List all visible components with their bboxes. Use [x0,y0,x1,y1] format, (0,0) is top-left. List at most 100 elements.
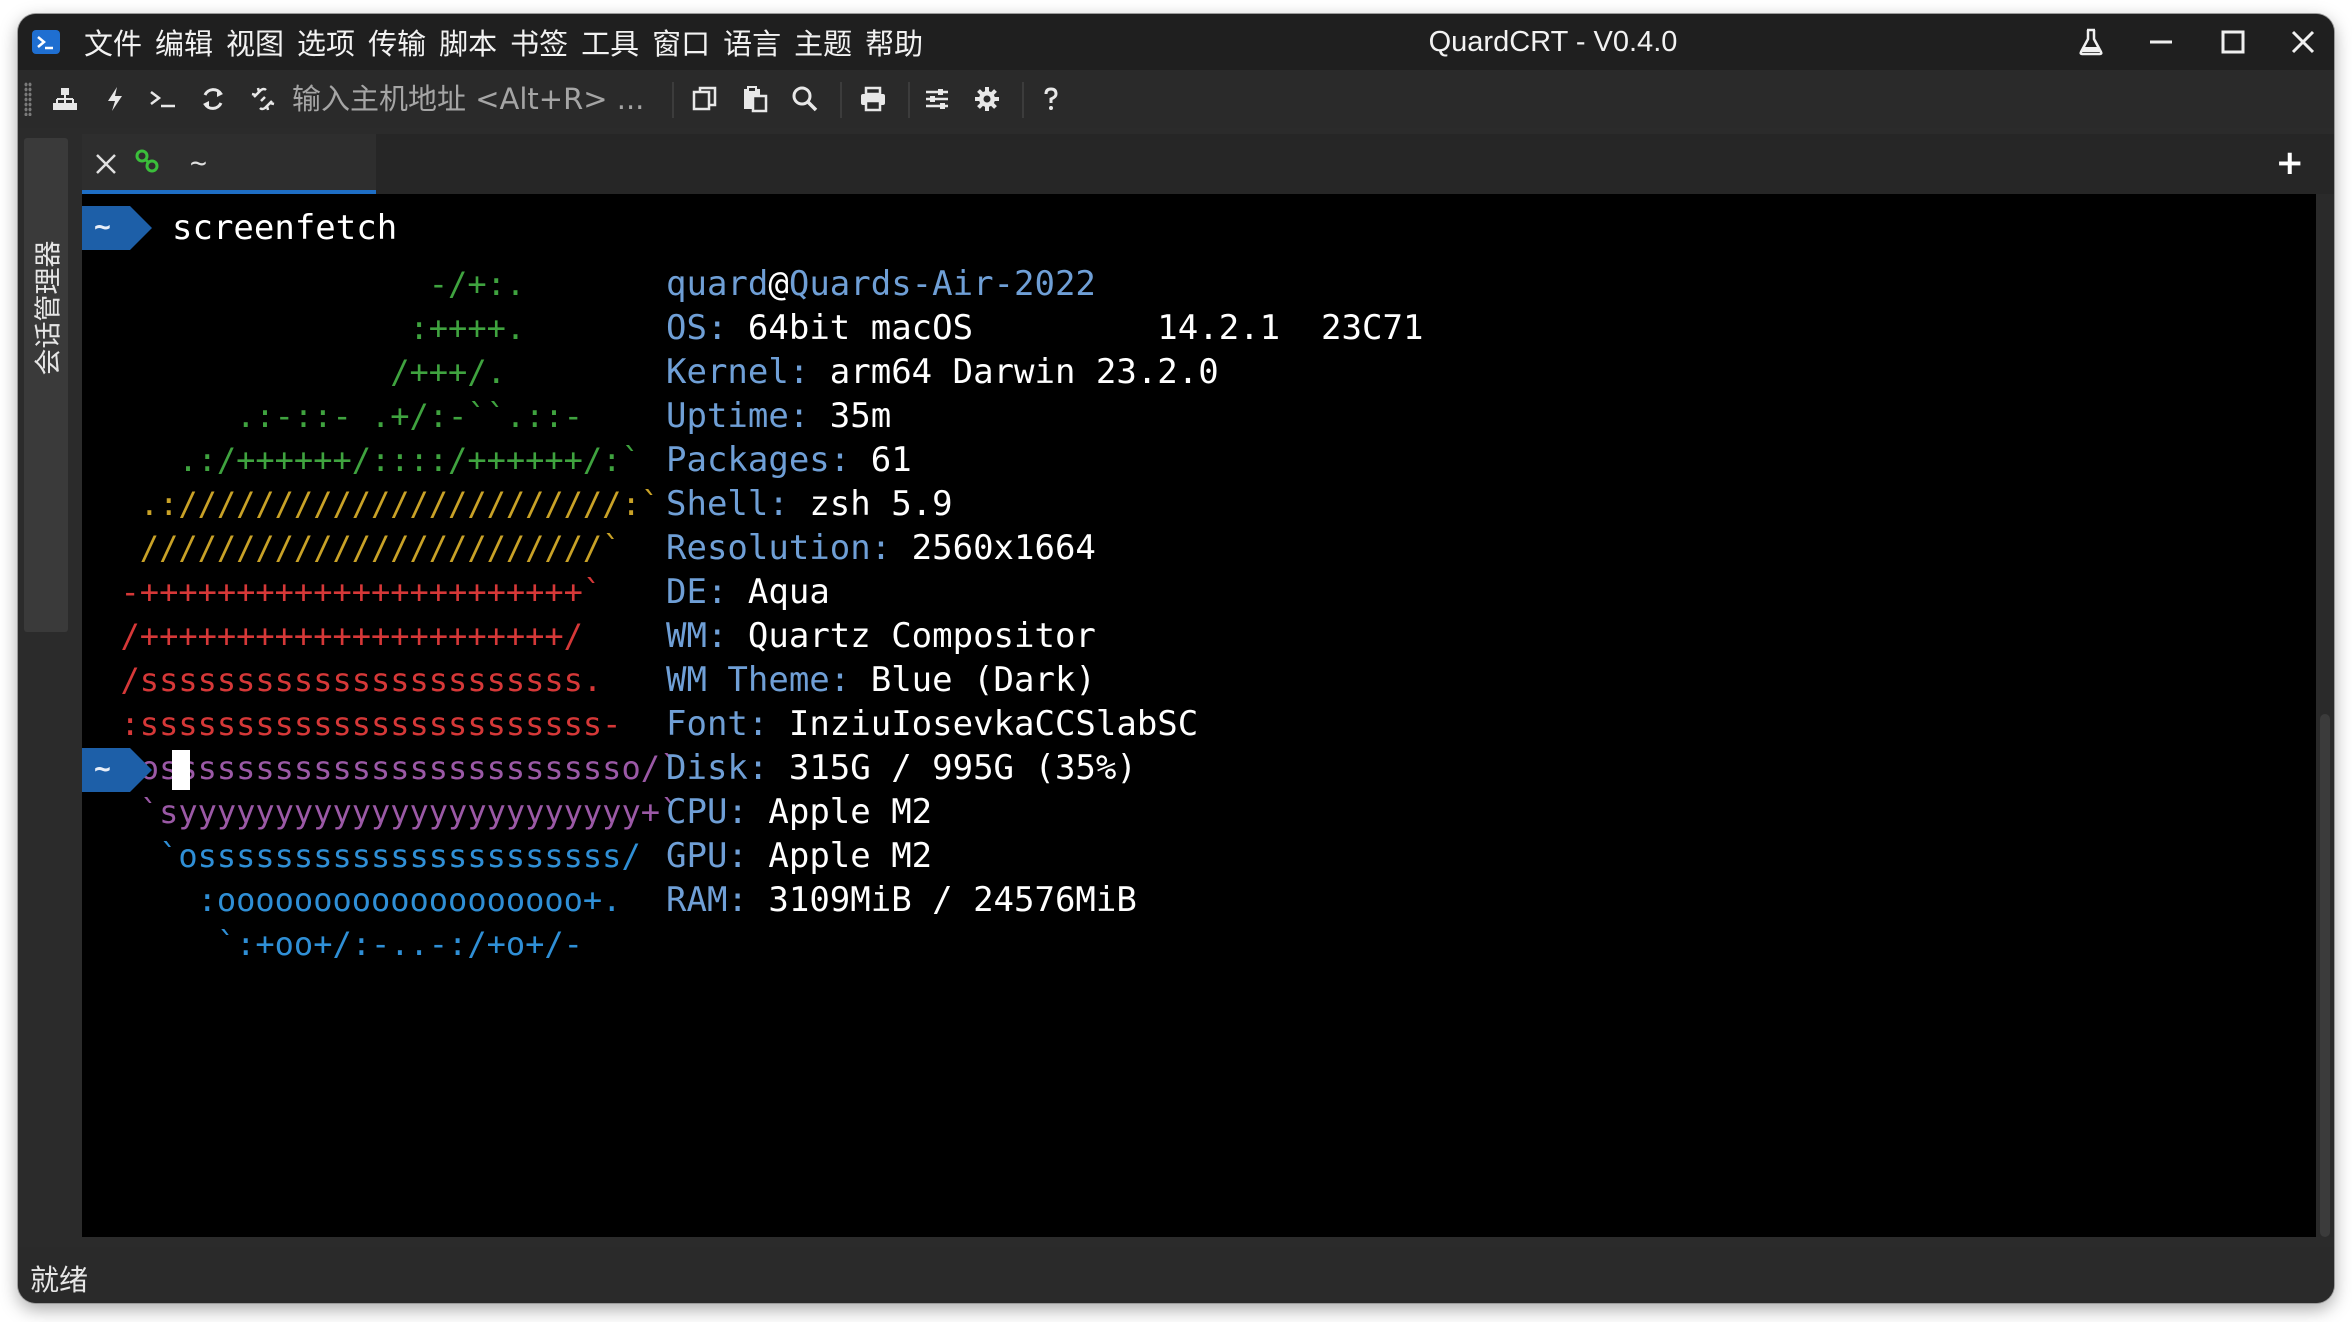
tab-session[interactable]: ~ [82,134,376,194]
info-line: WM Theme: Blue (Dark) [666,662,1096,698]
info-line: DE: Aqua [666,574,830,610]
scrollbar-thumb[interactable] [2320,714,2330,1237]
info-key: Uptime: [666,396,810,436]
info-value: 2560x1664 [911,528,1096,568]
flask-icon[interactable] [2066,22,2116,62]
app-window: 文件 编辑 视图 选项 传输 脚本 书签 工具 窗口 语言 主题 帮助 QuardCRT - V0.4… [18,14,2334,1303]
at-sign: @ [768,264,789,304]
menu-item-5[interactable]: 脚本 [439,21,497,63]
terminal-area[interactable]: ~ screenfetch -/+:. :++++. /+++/. .:-::-… [82,194,2316,1237]
menu-item-0[interactable]: 文件 [84,21,142,63]
info-key: GPU: [666,836,748,876]
info-line: Packages: 61 [666,442,912,478]
info-value: 61 [870,440,912,480]
info-key: Shell: [666,484,789,524]
host-address-input[interactable] [292,78,662,120]
toolbar-separator [840,82,842,118]
info-key: OS: [666,308,728,348]
info-key: Kernel: [666,352,810,392]
info-line: Uptime: 35m [666,398,891,434]
logo-line: `syyyyyyyyyyyyyyyyyyyyyyyy+` [82,793,680,831]
gear-icon[interactable] [970,82,1004,116]
help-icon[interactable] [1034,82,1068,116]
info-key: CPU: [666,792,748,832]
text-cursor [172,750,190,790]
menu-item-3[interactable]: 选项 [297,21,355,63]
quick-connect-icon[interactable] [98,82,132,116]
info-key: Font: [666,704,769,744]
logo-line: -+++++++++++++++++++++++` [82,573,603,611]
info-line: CPU: Apple M2 [666,794,932,830]
prompt-symbol: ~ [94,752,111,785]
info-value: Blue (Dark) [870,660,1096,700]
logo-line: .:/++++++/::::/++++++/:` [82,441,641,479]
info-line: Kernel: arm64 Darwin 23.2.0 [666,354,1219,390]
info-value: 64bit macOS 14.2.1 23C71 [747,308,1424,348]
info-line: Shell: zsh 5.9 [666,486,953,522]
copy-icon[interactable] [688,82,722,116]
info-value: Apple M2 [768,836,933,876]
info-line: GPU: Apple M2 [666,838,932,874]
info-line: Disk: 315G / 995G (35%) [666,750,1137,786]
connected-link-icon [135,149,159,173]
info-value: 35m [829,396,892,436]
toolbar-separator [908,82,910,118]
menu-item-4[interactable]: 传输 [368,21,426,63]
menu-item-9[interactable]: 语言 [723,21,781,63]
menu-item-7[interactable]: 工具 [581,21,639,63]
menu-bar: 文件 编辑 视图 选项 传输 脚本 书签 工具 窗口 语言 主题 帮助 [84,14,936,70]
status-text: 就绪 [30,1263,89,1297]
session-tree-icon[interactable] [48,82,82,116]
logo-line: `:+oo+/:-..-:/+o+/- [82,925,583,963]
info-key: Resolution: [666,528,892,568]
info-key: RAM: [666,880,748,920]
toolbar-separator [1022,82,1024,118]
logo-line: /++++++++++++++++++++++/ [82,617,583,655]
logo-line: /sssssssssssssssssssssss. [82,661,603,699]
terminal-icon[interactable] [146,82,180,116]
toolbar [18,70,2334,128]
tab-bar: ~ + [82,134,2334,194]
session-manager-label: 会话管理器 [33,240,65,376]
reconnect-icon[interactable] [196,82,230,116]
logo-line: `ossssssssssssssssssssss/ [82,837,641,875]
logo-line: :ssssssssssssssssssssssss- [82,705,622,743]
prompt-symbol: ~ [94,210,111,243]
toolbar-grip[interactable] [24,82,32,116]
minimize-button[interactable] [2136,22,2186,62]
menu-item-8[interactable]: 窗口 [652,21,710,63]
settings-sliders-icon[interactable] [920,82,954,116]
menu-item-6[interactable]: 书签 [510,21,568,63]
print-icon[interactable] [856,82,890,116]
logo-line: :ooooooooooooooooooo+. [82,881,622,919]
disconnect-icon[interactable] [246,82,280,116]
info-key: WM Theme: [666,660,851,700]
find-icon[interactable] [788,82,822,116]
user-host-line: quard@Quards-Air-2022 [666,266,1096,302]
maximize-button[interactable] [2208,22,2258,62]
close-tab-icon[interactable] [94,152,118,176]
info-value: arm64 Darwin 23.2.0 [829,352,1219,392]
add-tab-button[interactable]: + [2276,146,2305,180]
menu-item-2[interactable]: 视图 [226,21,284,63]
logo-line: /+++/. [82,353,506,391]
terminal-scrollbar[interactable] [2316,194,2334,1237]
info-value: 3109MiB / 24576MiB [768,880,1137,920]
logo-line: .:-::- .+/:-``.::- [82,397,583,435]
info-value: Apple M2 [768,792,933,832]
info-key: Packages: [666,440,851,480]
info-line: WM: Quartz Compositor [666,618,1096,654]
info-key: Disk: [666,748,769,788]
close-button[interactable] [2278,22,2328,62]
status-bar: 就绪 [18,1247,2334,1303]
info-line: OS: 64bit macOS 14.2.1 23C71 [666,310,1423,346]
paste-icon[interactable] [738,82,772,116]
menu-item-1[interactable]: 编辑 [155,21,213,63]
session-manager-panel[interactable]: 会话管理器 [24,138,68,632]
info-value: Aqua [747,572,830,612]
menu-item-10[interactable]: 主题 [794,21,852,63]
terminal-app-icon [32,30,60,54]
info-key: DE: [666,572,728,612]
menu-item-11[interactable]: 帮助 [865,21,923,63]
info-line: Font: InziuIosevkaCCSlabSC [666,706,1198,742]
